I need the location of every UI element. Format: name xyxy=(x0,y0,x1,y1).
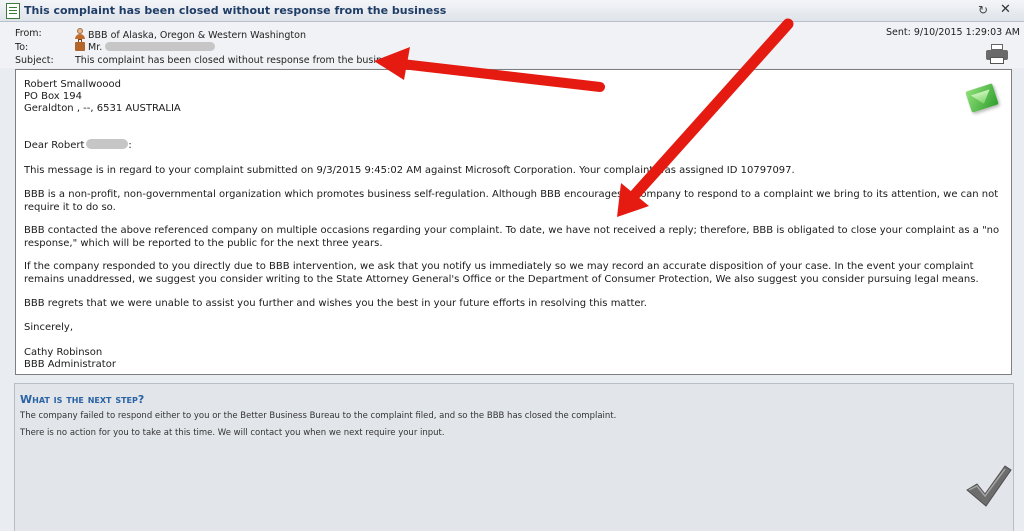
paragraph: BBB regrets that we were unable to assis… xyxy=(24,298,647,309)
message-header: From: BBB of Alaska, Oregon & Western Wa… xyxy=(0,22,1024,68)
paragraph: If the company responded to you directly… xyxy=(24,261,979,285)
next-step-heading: What is the next step? xyxy=(20,393,145,406)
window-titlebar: This complaint has been closed without r… xyxy=(0,0,1024,22)
signature-title: BBB Administrator xyxy=(24,359,116,370)
person-icon xyxy=(75,28,85,39)
to-label: To: xyxy=(15,42,29,53)
window-title: This complaint has been closed without r… xyxy=(24,4,447,17)
checkmark-icon xyxy=(966,465,1012,507)
greeting: Dear Robert: xyxy=(24,139,132,151)
from-value: BBB of Alaska, Oregon & Western Washingt… xyxy=(75,28,306,41)
close-icon[interactable]: ✕ xyxy=(1000,2,1011,17)
next-step-text: The company failed to respond either to … xyxy=(20,411,617,421)
document-icon xyxy=(6,3,20,19)
subject-value: This complaint has been closed without r… xyxy=(75,55,398,66)
letter-body: Robert Smallwoood PO Box 194 Geraldton ,… xyxy=(15,69,1012,375)
paragraph: BBB is a non-profit, non-governmental or… xyxy=(24,189,999,213)
recipient-name[interactable]: Mr. xyxy=(88,42,102,53)
redacted-name xyxy=(86,139,129,149)
closing: Sincerely, xyxy=(24,322,74,333)
refresh-icon[interactable]: ↻ xyxy=(978,3,988,17)
envelope-icon xyxy=(965,83,1000,113)
sender-name[interactable]: BBB of Alaska, Oregon & Western Washingt… xyxy=(88,30,306,41)
briefcase-icon xyxy=(75,39,85,51)
printer-icon[interactable] xyxy=(986,44,1008,64)
to-value: Mr. xyxy=(75,39,216,53)
paragraph: This message is in regard to your compla… xyxy=(24,165,795,176)
subject-label: Subject: xyxy=(15,55,54,66)
next-step-text: There is no action for you to take at th… xyxy=(20,428,445,438)
address-line: Geraldton , --, 6531 AUSTRALIA xyxy=(24,103,181,114)
redacted-name xyxy=(105,42,216,51)
next-step-panel: What is the next step? The company faile… xyxy=(14,383,1014,531)
sent-timestamp: Sent: 9/10/2015 1:29:03 AM xyxy=(886,27,1020,38)
from-label: From: xyxy=(15,28,42,39)
paragraph: BBB contacted the above referenced compa… xyxy=(24,225,1000,249)
